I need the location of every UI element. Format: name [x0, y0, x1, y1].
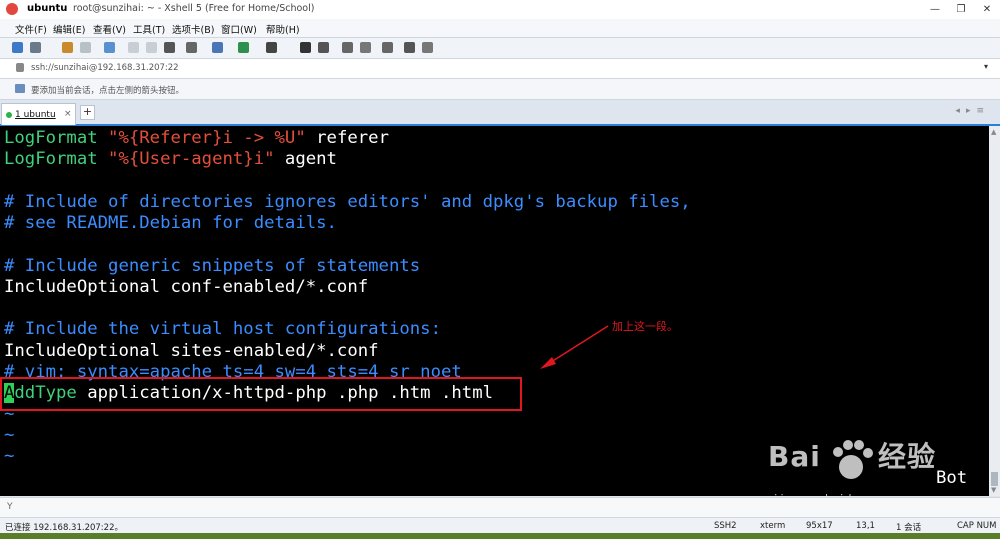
menu-window[interactable]: 窗口(W) [221, 22, 257, 36]
menu-file[interactable]: 文件(F) [15, 22, 47, 36]
xshell-app-icon[interactable] [6, 3, 18, 15]
address-bar[interactable]: ssh://sunzihai@192.168.31.207:22 ▾ [0, 59, 1000, 79]
menu-view[interactable]: 查看(V) [93, 22, 126, 36]
connection-status: 已连接 192.168.31.207:22。 [5, 523, 123, 533]
close-button[interactable]: ✕ [974, 0, 1000, 19]
copy-icon[interactable] [128, 42, 139, 53]
desktop-strip [0, 533, 1000, 539]
cursor-position: 13,1 [856, 521, 875, 531]
fullscreen-icon[interactable] [342, 42, 353, 53]
status-bar: 已连接 192.168.31.207:22。 SSH2 xterm 95x17 … [0, 517, 1000, 534]
paste-icon[interactable] [146, 42, 157, 53]
hint-text: 要添加当前会话，点击左侧的箭头按钮。 [31, 86, 185, 96]
menu-tools[interactable]: 工具(T) [133, 22, 165, 36]
tab-close-icon[interactable]: × [64, 109, 72, 119]
title-bar: ubuntu root@sunzihai: ~ - Xshell 5 (Free… [0, 0, 1000, 19]
vertical-scrollbar[interactable]: ▲ ▼ [989, 126, 1000, 496]
properties-icon[interactable] [104, 42, 115, 53]
watermark-brand: Bai [768, 440, 821, 473]
session-hint-bar: 要添加当前会话，点击左侧的箭头按钮。 [0, 79, 1000, 100]
new-session-icon[interactable] [12, 42, 23, 53]
disconnect-icon[interactable] [80, 42, 91, 53]
restore-button[interactable]: ❐ [948, 0, 974, 19]
watermark-url: jingyan.baidu.com [772, 488, 885, 496]
baidu-paw-icon [833, 440, 873, 479]
chevron-down-icon[interactable]: ▾ [984, 62, 988, 71]
baidu-watermark: Bai 经验 jingyan.baidu.com [768, 438, 978, 496]
color-scheme-icon[interactable] [238, 42, 249, 53]
address-input[interactable]: ssh://sunzihai@192.168.31.207:22 [31, 63, 179, 73]
session-count: 1 会话 [896, 523, 922, 533]
menu-tab[interactable]: 选项卡(B) [172, 22, 214, 36]
tab-ubuntu[interactable]: 1 ubuntu × [1, 103, 76, 125]
add-tab-button[interactable]: + [80, 105, 95, 120]
menu-bar: 文件(F) 编辑(E) 查看(V) 工具(T) 选项卡(B) 窗口(W) 帮助(… [0, 19, 1000, 38]
tab-label: 1 ubuntu [15, 110, 56, 120]
font-icon[interactable] [266, 42, 277, 53]
tab-bar: 1 ubuntu × + ◂▸≡ [0, 100, 1000, 126]
connected-status-icon [6, 112, 12, 118]
scroll-thumb[interactable] [991, 472, 998, 486]
tab-navigation[interactable]: ◂▸≡ [955, 106, 990, 116]
add-session-icon[interactable] [15, 84, 25, 93]
find-icon[interactable] [164, 42, 175, 53]
protocol-status: SSH2 [714, 521, 737, 531]
compose-bar[interactable]: Y [0, 497, 1000, 517]
xftp-icon[interactable] [300, 42, 311, 53]
watermark-brand-cn: 经验 [878, 440, 937, 473]
scroll-down-icon[interactable]: ▼ [991, 486, 996, 494]
terminal-size: 95x17 [806, 521, 833, 531]
compose-input[interactable]: Y [7, 502, 13, 512]
keyboard-icon[interactable] [382, 42, 393, 53]
window-controls: — ❐ ✕ [922, 0, 1000, 19]
script-icon[interactable] [318, 42, 329, 53]
reconnect-icon[interactable] [62, 42, 73, 53]
terminal-type: xterm [760, 521, 786, 531]
minimize-button[interactable]: — [922, 0, 948, 19]
print-icon[interactable] [186, 42, 197, 53]
lock-icon [16, 63, 24, 72]
terminal-screen[interactable]: LogFormat "%{Referer}i -> %U" referer Lo… [0, 126, 989, 496]
transfer-icon[interactable] [212, 42, 223, 53]
open-folder-icon[interactable] [30, 42, 41, 53]
menu-edit[interactable]: 编辑(E) [53, 22, 85, 36]
window-caption: root@sunzihai: ~ - Xshell 5 (Free for Ho… [73, 3, 315, 14]
scroll-up-icon[interactable]: ▲ [991, 128, 996, 136]
lock-icon[interactable] [360, 42, 371, 53]
chat-icon[interactable] [422, 42, 433, 53]
help-icon[interactable] [404, 42, 415, 53]
menu-help[interactable]: 帮助(H) [266, 22, 300, 36]
caps-num-status: CAP NUM [957, 521, 997, 531]
toolbar [0, 38, 1000, 59]
app-name: ubuntu [27, 3, 68, 14]
